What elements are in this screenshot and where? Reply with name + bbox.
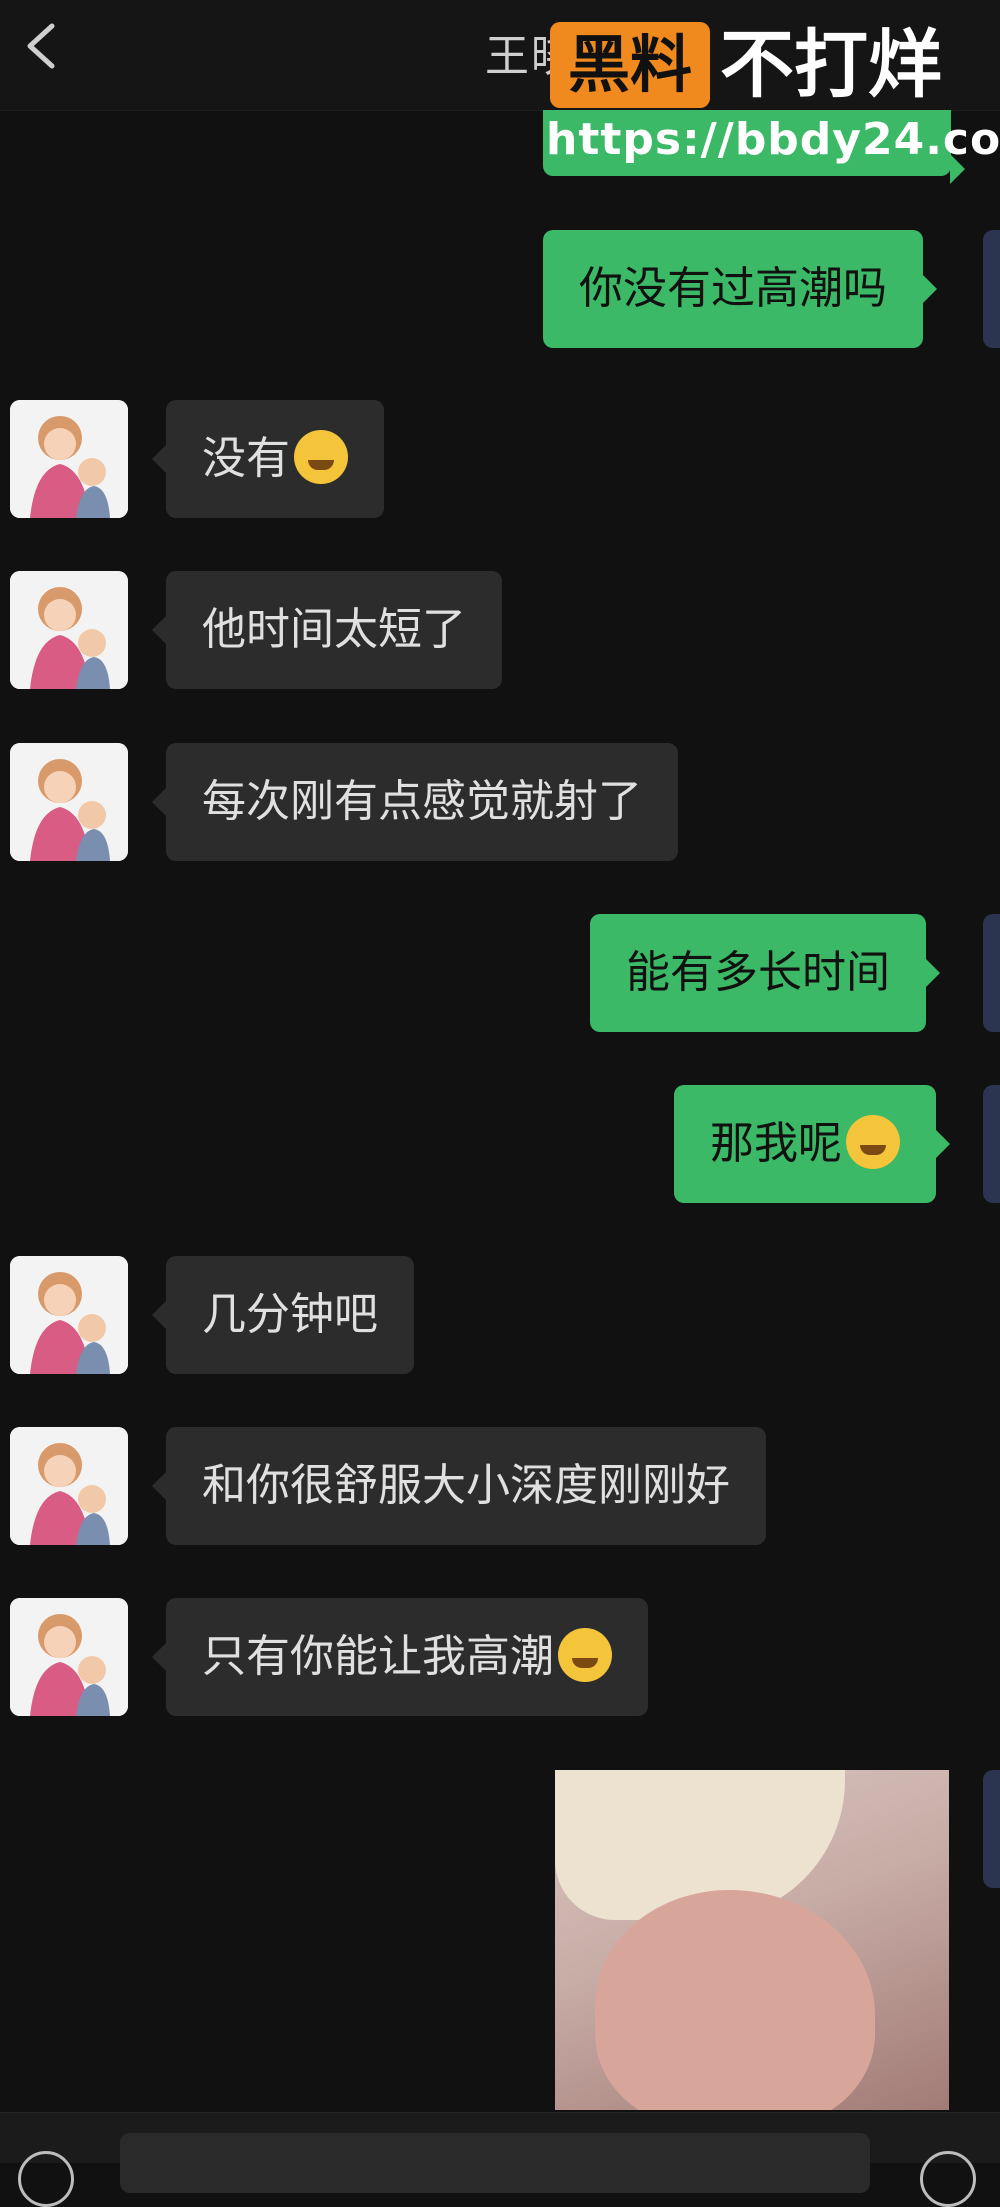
message-text: 没有 xyxy=(202,433,290,484)
crying-laughing-emoji-icon xyxy=(294,430,348,484)
message-text: 几分钟吧 xyxy=(202,1289,378,1340)
message-bubble-in[interactable]: 每次刚有点感觉就射了 xyxy=(152,743,678,861)
self-avatar[interactable] xyxy=(983,1770,1000,1888)
self-avatar[interactable] xyxy=(983,1085,1000,1203)
cartoon-girl-avatar-image xyxy=(10,400,128,518)
sent-baby-photo[interactable] xyxy=(555,1770,949,2110)
message-text: 和你很舒服大小深度刚刚好 xyxy=(202,1460,730,1511)
message-bubble-in[interactable]: 几分钟吧 xyxy=(152,1256,414,1374)
contact-avatar[interactable] xyxy=(10,1598,128,1716)
message-bubble-in[interactable]: 他时间太短了 xyxy=(152,571,502,689)
smiling-closed-eyes-emoji-icon xyxy=(558,1628,612,1682)
back-icon[interactable] xyxy=(18,18,78,78)
message-input[interactable] xyxy=(120,2133,870,2193)
message-composer xyxy=(0,2112,1000,2207)
message-text: 你没有过高潮吗 xyxy=(579,263,887,314)
message-bubble-out[interactable]: 能有多长时间 xyxy=(590,914,940,1032)
cartoon-girl-avatar-image xyxy=(10,571,128,689)
voice-input-icon[interactable] xyxy=(18,2151,74,2207)
contact-avatar[interactable] xyxy=(10,1256,128,1374)
self-avatar[interactable] xyxy=(983,914,1000,1032)
watermark-url: https://bbdy24.com xyxy=(546,114,1000,165)
message-bubble-out[interactable]: 你没有过高潮吗 xyxy=(543,230,937,348)
contact-avatar[interactable] xyxy=(10,571,128,689)
message-text: 只有你能让我高潮 xyxy=(202,1631,554,1682)
contact-avatar[interactable] xyxy=(10,400,128,518)
cartoon-girl-avatar-image xyxy=(10,1256,128,1374)
contact-avatar[interactable] xyxy=(10,1427,128,1545)
contact-avatar[interactable] xyxy=(10,743,128,861)
message-text: 他时间太短了 xyxy=(202,604,466,655)
message-text: 能有多长时间 xyxy=(626,947,890,998)
message-bubble-in[interactable]: 没有 xyxy=(152,400,384,518)
emoji-button-icon[interactable] xyxy=(920,2151,976,2207)
message-bubble-in[interactable]: 只有你能让我高潮 xyxy=(152,1598,648,1716)
photo-face-shape xyxy=(595,1890,875,2110)
watermark-slogan: 不打烊 xyxy=(720,22,942,108)
cartoon-girl-avatar-image xyxy=(10,1598,128,1716)
watermark-badge: 黑料 xyxy=(550,22,710,108)
self-avatar[interactable] xyxy=(983,230,1000,348)
message-bubble-out[interactable]: 那我呢 xyxy=(674,1085,950,1203)
grinning-emoji-icon xyxy=(846,1115,900,1169)
message-text: 那我呢 xyxy=(710,1118,842,1169)
message-text: 每次刚有点感觉就射了 xyxy=(202,776,642,827)
cartoon-girl-avatar-image xyxy=(10,1427,128,1545)
cartoon-girl-avatar-image xyxy=(10,743,128,861)
message-bubble-in[interactable]: 和你很舒服大小深度刚刚好 xyxy=(152,1427,766,1545)
watermark: 黑料 不打烊 https://bbdy24.com xyxy=(546,22,1000,172)
